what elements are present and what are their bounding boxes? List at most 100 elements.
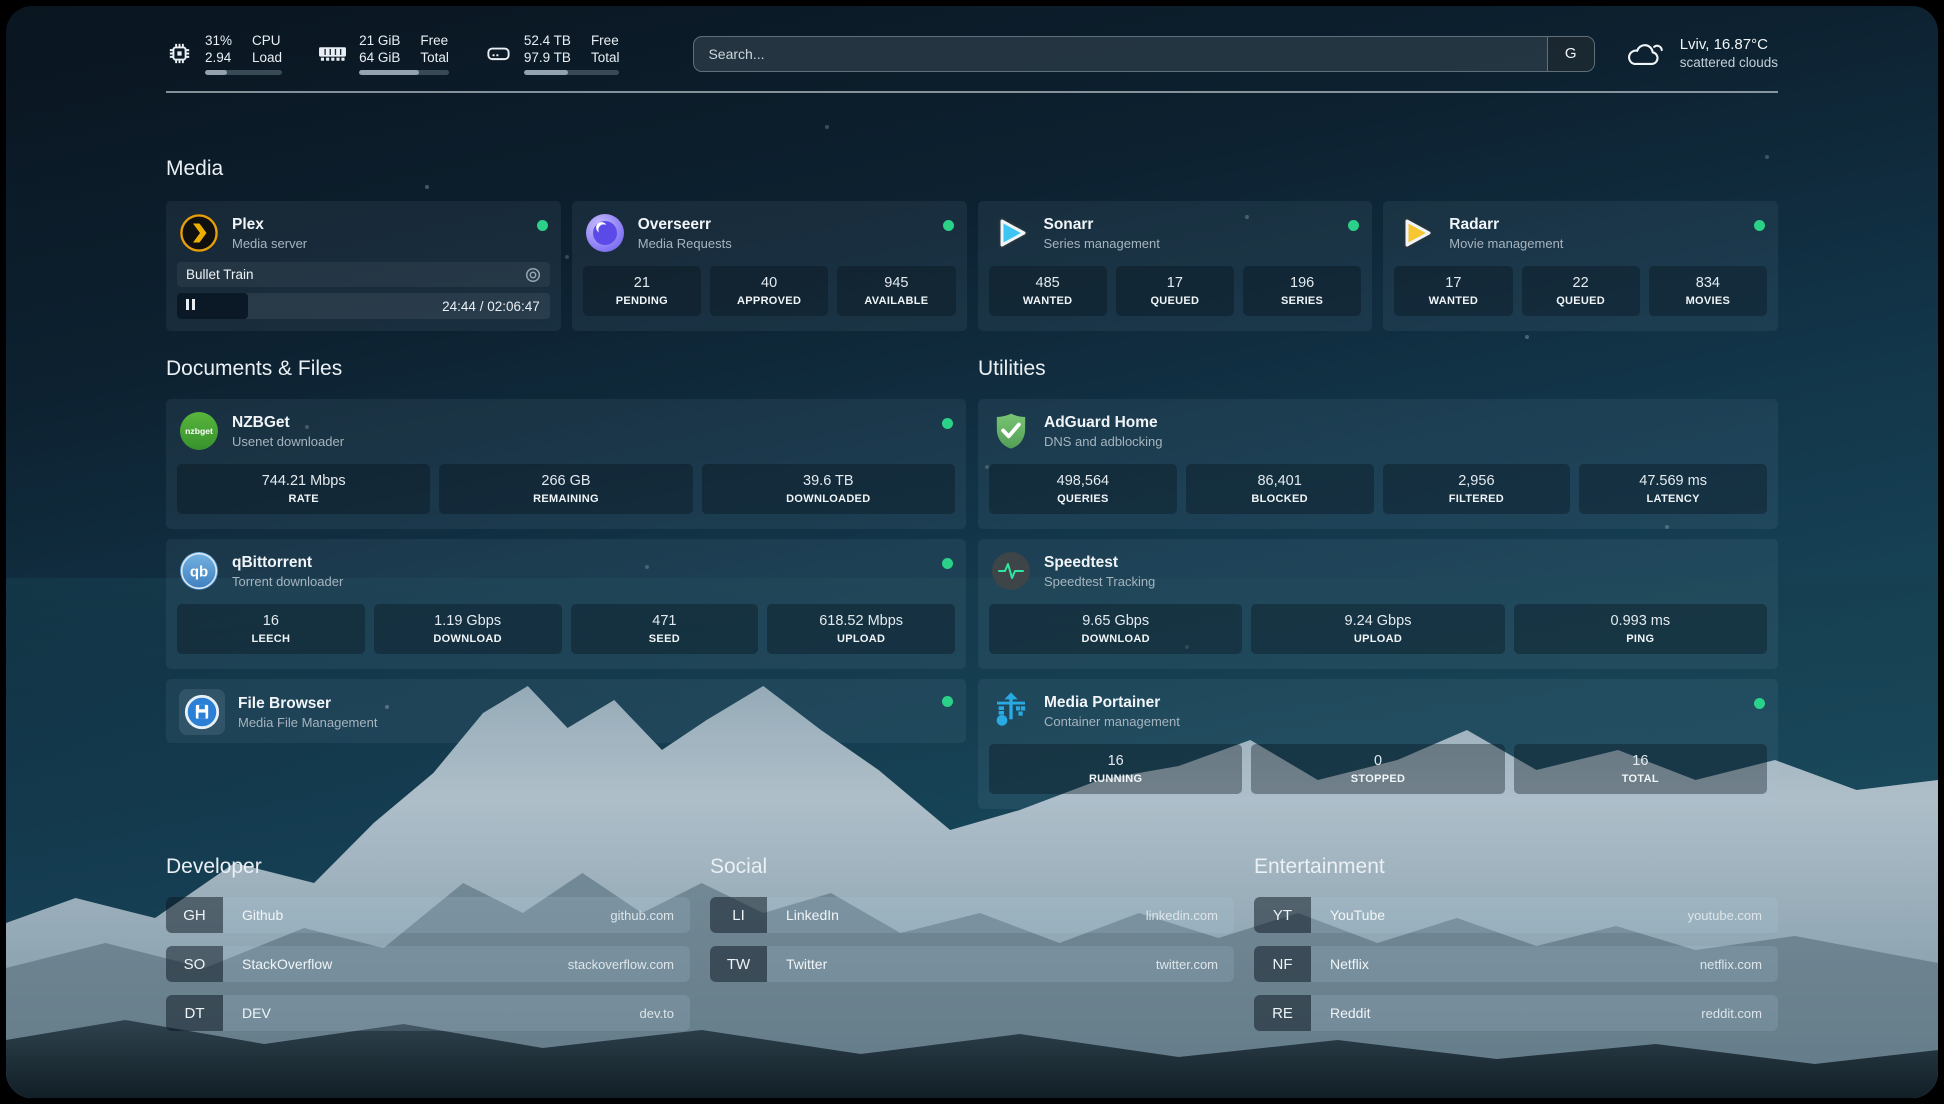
stat-ping: 0.993 ms PING (1514, 604, 1767, 654)
status-dot (943, 220, 954, 231)
svg-text:nzbget: nzbget (185, 426, 213, 436)
bookmark-url: github.com (610, 908, 674, 923)
bookmark-reddit[interactable]: RE Reddit reddit.com (1254, 995, 1778, 1031)
service-card-plex[interactable]: Plex Media server Bullet Train 24:44 / 0 (166, 201, 561, 331)
bookmark-name: YouTube (1330, 907, 1385, 923)
service-description: Container management (1044, 713, 1180, 730)
memory-values: 21 GiB 64 GiB (359, 32, 400, 66)
bookmark-url: linkedin.com (1146, 908, 1218, 923)
service-name: NZBGet (232, 413, 344, 433)
stat-rate: 744.21 Mbps RATE (177, 464, 430, 514)
view-icon[interactable] (525, 267, 541, 283)
top-bar: 31% 2.94 CPU Load (166, 6, 1778, 75)
service-card-portainer[interactable]: Media Portainer Container management 16 … (978, 679, 1778, 809)
section-title-documents: Documents & Files (166, 355, 966, 383)
bookmark-github[interactable]: GH Github github.com (166, 897, 690, 933)
svg-text:qb: qb (190, 564, 208, 581)
service-name: Plex (232, 215, 307, 235)
weather-widget: Lviv, 16.87°C scattered clouds (1625, 35, 1778, 72)
bookmark-linkedin[interactable]: LI LinkedIn linkedin.com (710, 897, 1234, 933)
portainer-icon (991, 691, 1031, 731)
bookmark-stackoverflow[interactable]: SO StackOverflow stackoverflow.com (166, 946, 690, 982)
stat-stopped: 0 STOPPED (1251, 744, 1504, 794)
service-description: Usenet downloader (232, 433, 344, 450)
service-card-qbittorrent[interactable]: qb qBittorrent Torrent downloader 16 (166, 539, 966, 669)
search-bar: G (693, 36, 1594, 72)
stat-pending: 21 PENDING (583, 266, 701, 316)
cpu-icon (166, 40, 193, 67)
service-name: Radarr (1449, 215, 1563, 235)
service-card-sonarr[interactable]: Sonarr Series management 485 WANTED 17 Q… (978, 201, 1373, 331)
pause-icon (186, 297, 198, 315)
disk-resource-widget: 52.4 TB 97.9 TB Free Total (485, 32, 620, 75)
stat-downloaded: 39.6 TB DOWNLOADED (702, 464, 955, 514)
stat-upload: 9.24 Gbps UPLOAD (1251, 604, 1504, 654)
service-card-adguard[interactable]: AdGuard Home DNS and adblocking 498,564 … (978, 399, 1778, 529)
playback-time: 24:44 / 02:06:47 (442, 299, 540, 314)
status-dot (1348, 220, 1359, 231)
stat-running: 16 RUNNING (989, 744, 1242, 794)
service-description: Speedtest Tracking (1044, 573, 1155, 590)
memory-labels: Free Total (420, 32, 449, 66)
playback-progress-bar: 24:44 / 02:06:47 (177, 293, 550, 319)
bookmark-abbr: RE (1254, 995, 1311, 1031)
stat-download: 9.65 Gbps DOWNLOAD (989, 604, 1242, 654)
stat-remaining: 266 GB REMAINING (439, 464, 692, 514)
status-dot (942, 558, 953, 569)
service-description: Torrent downloader (232, 573, 343, 590)
stat-wanted: 17 WANTED (1394, 266, 1512, 316)
service-card-speedtest[interactable]: Speedtest Speedtest Tracking 9.65 Gbps D… (978, 539, 1778, 669)
stat-queued: 17 QUEUED (1116, 266, 1234, 316)
filebrowser-icon (179, 689, 225, 735)
plex-icon (179, 213, 219, 253)
section-title-utilities: Utilities (978, 355, 1778, 383)
nzbget-icon: nzbget (179, 411, 219, 451)
bookmark-abbr: GH (166, 897, 223, 933)
bookmark-name: Reddit (1330, 1005, 1370, 1021)
service-name: Speedtest (1044, 553, 1155, 573)
qbittorrent-icon: qb (179, 551, 219, 591)
status-dot (942, 418, 953, 429)
service-card-overseerr[interactable]: Overseerr Media Requests 21 PENDING 40 A… (572, 201, 967, 331)
stat-approved: 40 APPROVED (710, 266, 828, 316)
bookmark-abbr: LI (710, 897, 767, 933)
cpu-usage-bar (205, 70, 282, 75)
service-description: Media server (232, 235, 307, 252)
stat-upload: 618.52 Mbps UPLOAD (767, 604, 955, 654)
cpu-values: 31% 2.94 (205, 32, 232, 66)
snow-specks (6, 6, 8, 8)
speedtest-icon (991, 551, 1031, 591)
service-name: Media Portainer (1044, 693, 1180, 713)
bookmark-dev[interactable]: DT DEV dev.to (166, 995, 690, 1031)
bookmark-name: Netflix (1330, 956, 1369, 972)
service-card-radarr[interactable]: Radarr Movie management 17 WANTED 22 QUE… (1383, 201, 1778, 331)
adguard-icon (991, 411, 1031, 451)
bookmark-netflix[interactable]: NF Netflix netflix.com (1254, 946, 1778, 982)
service-name: File Browser (238, 694, 377, 714)
section-title-social: Social (710, 853, 1234, 881)
weather-location-temp: Lviv, 16.87°C (1680, 35, 1778, 54)
service-description: Media Requests (638, 235, 732, 252)
service-card-nzbget[interactable]: nzbget NZBGet Usenet downloader 744.21 M… (166, 399, 966, 529)
service-name: Sonarr (1044, 215, 1160, 235)
now-playing-row: Bullet Train (177, 262, 550, 287)
sonarr-icon (991, 213, 1031, 253)
bookmark-url: twitter.com (1156, 957, 1218, 972)
section-title-developer: Developer (166, 853, 690, 881)
stat-total: 16 TOTAL (1514, 744, 1767, 794)
disk-labels: Free Total (591, 32, 620, 66)
bookmark-abbr: SO (166, 946, 223, 982)
disk-icon (485, 40, 512, 67)
bookmark-youtube[interactable]: YT YouTube youtube.com (1254, 897, 1778, 933)
service-description: DNS and adblocking (1044, 433, 1163, 450)
service-card-filebrowser[interactable]: File Browser Media File Management (166, 679, 966, 743)
bookmark-abbr: NF (1254, 946, 1311, 982)
search-provider-button[interactable]: G (1547, 37, 1594, 71)
bookmark-url: stackoverflow.com (568, 957, 674, 972)
bookmark-twitter[interactable]: TW Twitter twitter.com (710, 946, 1234, 982)
stat-latency: 47.569 ms LATENCY (1579, 464, 1767, 514)
search-input[interactable] (694, 37, 1546, 71)
disk-values: 52.4 TB 97.9 TB (524, 32, 571, 66)
bookmark-abbr: TW (710, 946, 767, 982)
bookmark-name: DEV (242, 1005, 271, 1021)
